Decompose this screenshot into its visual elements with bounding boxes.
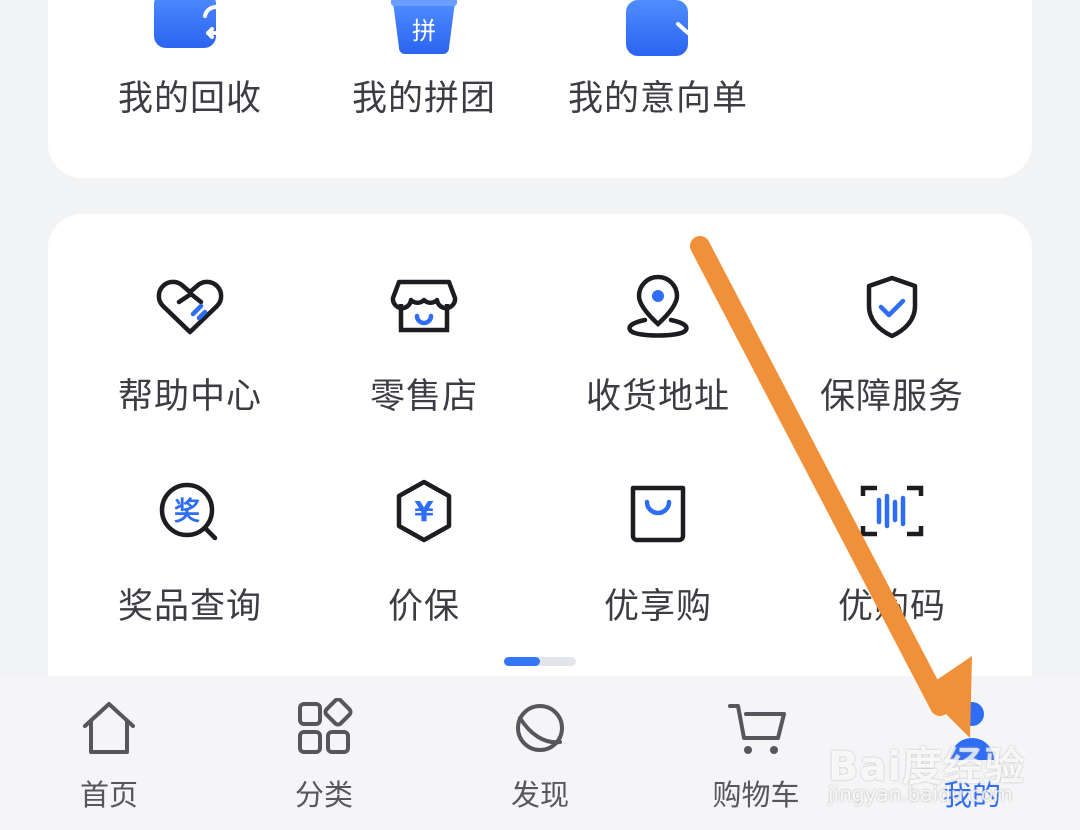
my-orders-card: 我的回收 拼 我的拼团 我的意向单 xyxy=(48,0,1032,178)
prize-search-icon: 奖 xyxy=(159,482,218,541)
my-group-buy-entry[interactable]: 拼 我的拼团 xyxy=(304,0,544,178)
handshake-heart-icon xyxy=(156,279,224,335)
my-recycle-entry[interactable]: 我的回收 xyxy=(70,0,310,178)
shipping-address-entry[interactable]: 收货地址 xyxy=(538,264,778,417)
retail-store-label: 零售店 xyxy=(369,377,478,417)
my-intent-list-entry[interactable]: 我的意向单 xyxy=(538,0,778,178)
category-icon xyxy=(298,698,353,754)
page-indicator-active xyxy=(504,657,540,666)
location-pin-icon xyxy=(627,274,689,338)
tab-discover-label: 发现 xyxy=(510,778,569,812)
my-group-buy-label: 我的拼团 xyxy=(351,79,496,119)
tab-cart-label: 购物车 xyxy=(712,778,800,812)
group-buy-bag-icon: 拼 xyxy=(391,0,457,54)
tab-category[interactable]: 分类 xyxy=(249,676,399,826)
shopping-bag-icon xyxy=(630,485,686,543)
price-protection-label: 价保 xyxy=(387,587,460,627)
purchase-code-entry[interactable]: 优购码 xyxy=(772,472,1012,627)
protection-service-entry[interactable]: 保障服务 xyxy=(772,264,1012,417)
tab-cart[interactable]: 购物车 xyxy=(681,676,831,826)
shield-check-icon xyxy=(866,275,918,339)
help-center-label: 帮助中心 xyxy=(117,377,262,417)
tab-discover[interactable]: 发现 xyxy=(465,676,615,826)
baidu-jingyan-watermark: Bai度经验 jingyan.baidu.com xyxy=(828,730,1028,810)
tab-category-label: 分类 xyxy=(294,778,353,812)
premium-shopping-entry[interactable]: 优享购 xyxy=(538,472,778,627)
planet-icon xyxy=(516,704,564,752)
svg-text:¥: ¥ xyxy=(414,495,434,528)
store-icon xyxy=(390,279,458,333)
premium-shopping-label: 优享购 xyxy=(603,587,712,627)
price-protect-icon: ¥ xyxy=(396,479,452,543)
cart-icon xyxy=(728,704,786,754)
prize-query-entry[interactable]: 奖 奖品查询 xyxy=(70,472,310,627)
home-icon xyxy=(83,702,135,754)
intent-list-icon xyxy=(626,0,700,56)
my-intent-list-label: 我的意向单 xyxy=(567,79,748,119)
prize-query-label: 奖品查询 xyxy=(117,587,262,627)
retail-store-entry[interactable]: 零售店 xyxy=(304,264,544,417)
page-indicator xyxy=(504,657,576,666)
protection-service-label: 保障服务 xyxy=(819,377,964,417)
svg-text:拼: 拼 xyxy=(412,17,436,45)
svg-text:奖: 奖 xyxy=(174,496,201,527)
help-center-entry[interactable]: 帮助中心 xyxy=(70,264,310,417)
purchase-code-label: 优购码 xyxy=(837,587,946,627)
my-recycle-label: 我的回收 xyxy=(117,79,262,119)
tab-home-label: 首页 xyxy=(79,778,138,812)
watermark-url: jingyan.baidu.com xyxy=(828,782,1013,806)
scan-code-icon xyxy=(860,485,924,537)
tab-home[interactable]: 首页 xyxy=(34,676,184,826)
price-protection-entry[interactable]: ¥ 价保 xyxy=(304,472,544,627)
services-card: 帮助中心 零售店 收货地址 保障服务 奖 奖品查询 ¥ 价保 优享购 优购码 xyxy=(48,214,1032,714)
shipping-address-label: 收货地址 xyxy=(585,377,730,417)
recycle-icon xyxy=(154,0,229,48)
